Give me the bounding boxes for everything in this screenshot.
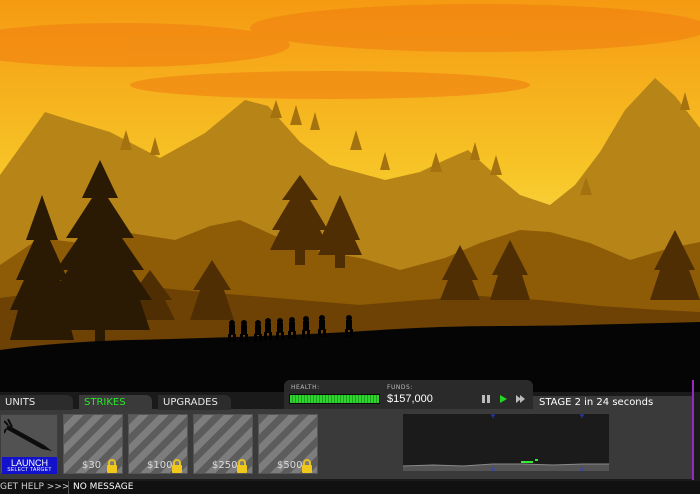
get-help-link[interactable]: GET HELP >>> (0, 482, 69, 492)
tab-units[interactable]: UNITS (0, 395, 73, 410)
stage-marker-line (692, 380, 694, 480)
minimap[interactable] (403, 414, 609, 471)
status-panel: HEALTH: FUNDS: $157,000 (284, 380, 533, 410)
funds-label: FUNDS: (387, 384, 413, 391)
battlefield-scene (0, 0, 700, 392)
lock-icon (302, 459, 312, 473)
pause-icon[interactable] (481, 394, 491, 404)
message-divider (68, 481, 69, 494)
strike-slot-30[interactable]: $30 (63, 414, 123, 474)
launch-label-box: LAUNCH SELECT TARGET (2, 457, 57, 474)
launch-button[interactable]: LAUNCH SELECT TARGET (0, 414, 58, 474)
fast-forward-icon[interactable] (515, 394, 525, 404)
strike-slot-100[interactable]: $100 (128, 414, 188, 474)
message-bar: GET HELP >>> NO MESSAGE (0, 481, 700, 494)
strike-price: $30 (82, 460, 102, 471)
tab-upgrades[interactable]: UPGRADES (158, 395, 231, 410)
tab-strikes[interactable]: STRIKES (79, 395, 152, 410)
strike-price: $250 (212, 460, 238, 471)
stage-text: STAGE 2 in 24 seconds (539, 397, 654, 408)
strike-slot-500[interactable]: $500 (258, 414, 318, 474)
funds-value: $157,000 (387, 393, 433, 405)
strike-slot-250[interactable]: $250 (193, 414, 253, 474)
strike-price: $100 (147, 460, 173, 471)
command-hud: HEALTH: FUNDS: $157,000 UNITS STRIKES UP… (0, 380, 700, 494)
lock-icon (237, 459, 247, 473)
stage-status: STAGE 2 in 24 seconds (533, 396, 693, 410)
rocket-icon (4, 419, 52, 451)
health-bar (289, 394, 380, 404)
strike-price: $500 (277, 460, 303, 471)
message-text: NO MESSAGE (73, 482, 134, 492)
lock-icon (107, 459, 117, 473)
launch-sublabel: SELECT TARGET (7, 467, 52, 473)
play-icon[interactable] (498, 394, 508, 404)
health-bar-fill (290, 395, 379, 403)
health-label: HEALTH: (291, 384, 320, 391)
lock-icon (172, 459, 182, 473)
